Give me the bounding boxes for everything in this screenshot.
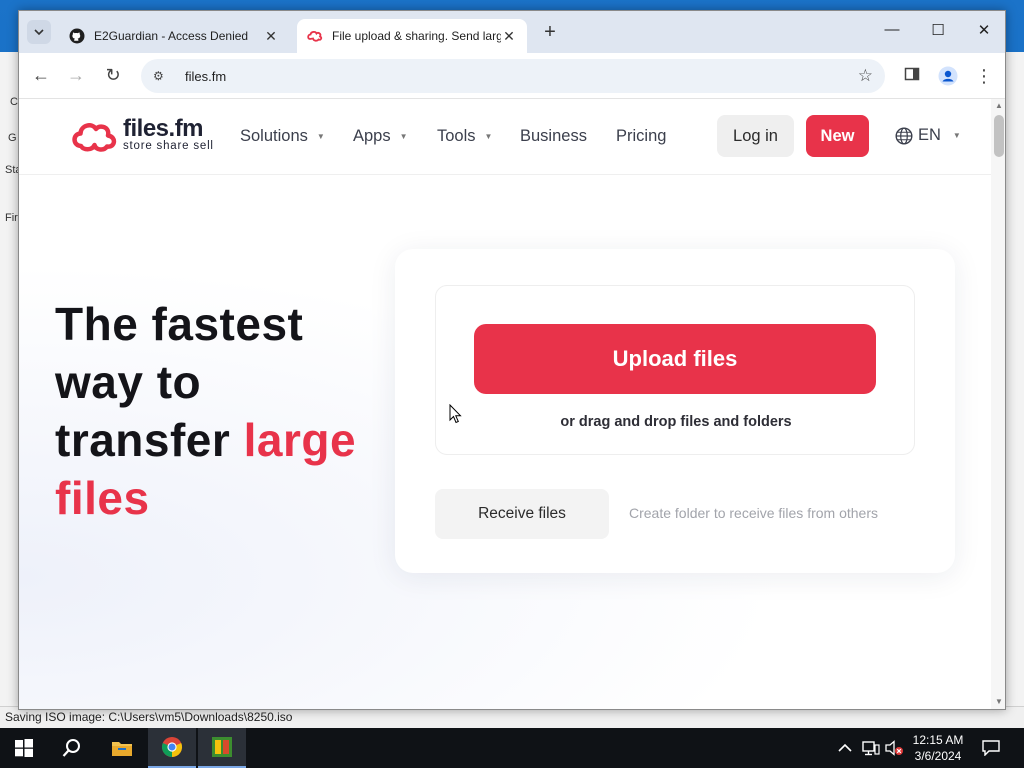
upload-card: Upload files or drag and drop files and …: [395, 249, 955, 573]
nav-pricing[interactable]: Pricing: [616, 127, 666, 146]
bg-strip-1: C: [10, 96, 18, 108]
tab-close-icon[interactable]: ✕: [263, 28, 279, 45]
headline-text: transfer: [55, 414, 244, 466]
nav-label: Business: [520, 127, 587, 145]
new-tab-button[interactable]: +: [539, 22, 561, 44]
nav-tools[interactable]: Tools ▼: [437, 127, 492, 146]
login-button[interactable]: Log in: [717, 115, 794, 157]
headline-accent: large: [243, 414, 357, 466]
nav-label: Tools: [437, 127, 476, 145]
headline-line: way to: [55, 356, 202, 408]
tab-close-icon[interactable]: ✕: [501, 28, 517, 45]
tab-title: E2Guardian - Access Denied: [94, 29, 249, 43]
caret-down-icon: ▼: [399, 132, 408, 141]
back-icon[interactable]: ←: [29, 64, 53, 88]
bg-strip-4: Fir: [5, 212, 18, 224]
site-header: files.fm store share sell Solutions ▼ Ap…: [19, 99, 991, 175]
notifications-icon[interactable]: [982, 728, 1000, 768]
show-hidden-icons[interactable]: [838, 728, 852, 768]
filesfm-logo[interactable]: files.fm store share sell: [71, 114, 214, 153]
new-button[interactable]: New: [806, 115, 869, 157]
scroll-up-icon[interactable]: ▲: [994, 101, 1004, 110]
close-window-button[interactable]: ✕: [961, 21, 1005, 43]
tab-filesfm[interactable]: File upload & sharing. Send large files …: [297, 19, 527, 53]
nav-solutions[interactable]: Solutions ▼: [240, 127, 325, 146]
caret-down-icon: ▼: [484, 132, 493, 141]
tab-e2guardian[interactable]: E2Guardian - Access Denied ✕: [59, 19, 289, 53]
maximize-button[interactable]: ☐: [915, 21, 961, 43]
app-icon[interactable]: [198, 728, 246, 768]
nav-label: Pricing: [616, 127, 667, 145]
logo-name: files.fm: [123, 114, 204, 142]
drop-zone[interactable]: Upload files or drag and drop files and …: [435, 285, 915, 455]
nav-business[interactable]: Business: [520, 127, 587, 146]
scrollbar-thumb[interactable]: [994, 115, 1004, 157]
cloud-logo-icon: [72, 123, 117, 152]
nav-label: Apps: [353, 127, 391, 145]
tab-title: File upload & sharing. Send large files: [332, 29, 501, 43]
windows-taskbar: 12:15 AM 3/6/2024: [0, 728, 1024, 768]
drag-drop-hint: or drag and drop files and folders: [560, 414, 792, 430]
upload-files-button[interactable]: Upload files: [474, 324, 876, 394]
tab-search-icon[interactable]: [27, 20, 51, 44]
minimize-button[interactable]: —: [869, 21, 915, 43]
forward-icon[interactable]: →: [64, 64, 88, 88]
address-bar[interactable]: ⚙ files.fm ☆: [141, 59, 885, 93]
tab-strip: E2Guardian - Access Denied ✕ File upload…: [19, 11, 1005, 53]
file-explorer-icon[interactable]: [98, 728, 146, 768]
address-url: files.fm: [185, 68, 227, 84]
globe-icon: [895, 126, 913, 145]
nav-apps[interactable]: Apps ▼: [353, 127, 408, 146]
bookmark-star-icon[interactable]: ☆: [858, 66, 873, 86]
caret-down-icon: ▼: [952, 131, 961, 140]
profile-avatar-icon[interactable]: [937, 66, 959, 88]
caret-down-icon: ▼: [316, 132, 325, 141]
headline-line: The fastest: [55, 298, 304, 350]
language-label: EN: [918, 126, 941, 144]
nav-label: Solutions: [240, 127, 308, 145]
mouse-cursor-icon: [449, 404, 462, 424]
headline-line: transfer large: [55, 411, 395, 469]
clock-date: 3/6/2024: [914, 749, 962, 763]
hero-headline: The fastest way to transfer large files: [55, 295, 395, 527]
filesfm-icon: [307, 31, 323, 42]
receive-files-hint: Create folder to receive files from othe…: [629, 505, 878, 521]
chrome-icon[interactable]: [148, 728, 196, 768]
system-clock[interactable]: 12:15 AM 3/6/2024: [900, 732, 976, 764]
network-icon[interactable]: [862, 728, 880, 768]
scroll-down-icon[interactable]: ▼: [994, 697, 1004, 706]
side-panel-icon[interactable]: [901, 66, 923, 88]
github-icon: [69, 28, 85, 44]
search-icon[interactable]: [48, 728, 96, 768]
page-scrollbar[interactable]: ▲ ▼: [991, 99, 1005, 709]
site-info-icon[interactable]: ⚙: [153, 69, 171, 83]
menu-kebab-icon[interactable]: ⋮: [973, 66, 995, 88]
page-viewport: files.fm store share sell Solutions ▼ Ap…: [19, 99, 991, 709]
receive-files-button[interactable]: Receive files: [435, 489, 609, 539]
language-selector[interactable]: EN ▼: [895, 126, 961, 145]
headline-accent: files: [55, 472, 150, 524]
logo-tagline: store share sell: [123, 139, 214, 152]
browser-toolbar: ← → ↻ ⚙ files.fm ☆ ⋮: [19, 53, 1005, 99]
bg-strip-2: G: [8, 132, 17, 144]
reload-icon[interactable]: ↻: [101, 64, 125, 88]
clock-time: 12:15 AM: [912, 733, 964, 747]
start-icon[interactable]: [0, 728, 48, 768]
browser-window: E2Guardian - Access Denied ✕ File upload…: [18, 10, 1006, 710]
